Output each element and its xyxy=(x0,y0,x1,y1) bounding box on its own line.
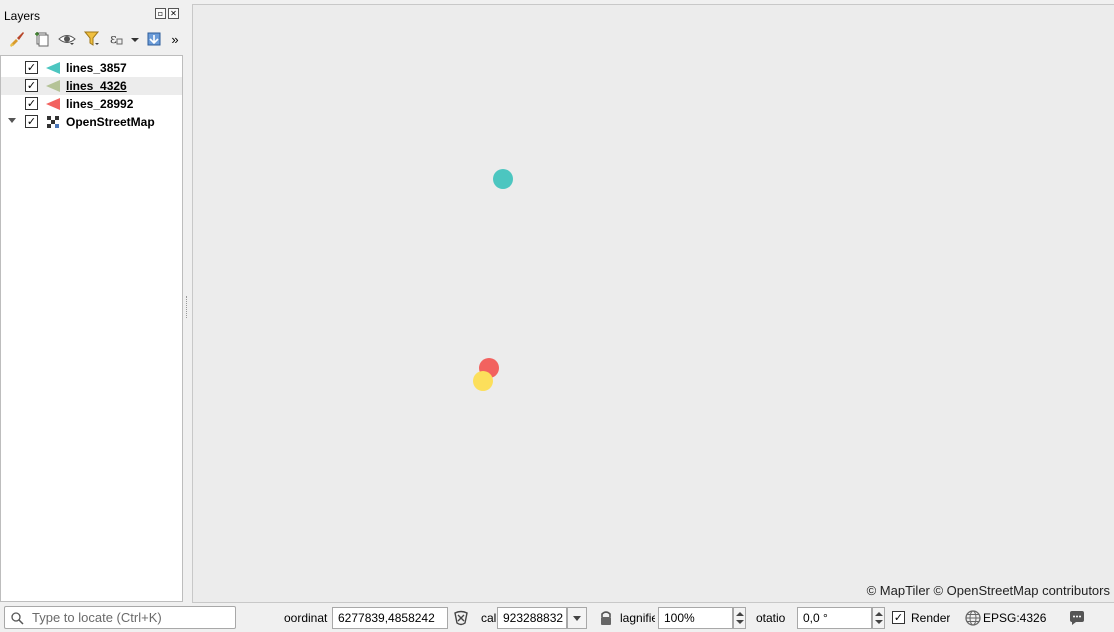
chevron-down-icon xyxy=(131,38,139,42)
coordinate-label: oordinat xyxy=(284,611,328,625)
layer-row-openstreetmap[interactable]: ✓ OpenStreetMap xyxy=(1,113,182,131)
layer-row-lines-3857[interactable]: ✓ lines_3857 xyxy=(1,59,182,77)
magnifier-spinner[interactable] xyxy=(733,607,746,629)
svg-text:ε: ε xyxy=(110,32,117,47)
locator-bar[interactable] xyxy=(4,606,236,629)
map-point xyxy=(473,371,493,391)
extents-toggle-icon[interactable] xyxy=(452,609,470,627)
coordinate-field[interactable]: 6277839,4858242 xyxy=(332,607,448,629)
filter-icon xyxy=(83,31,99,46)
layer-name: lines_28992 xyxy=(66,97,134,111)
expand-all-icon xyxy=(147,32,160,46)
magnifier-field[interactable]: 100% xyxy=(658,607,733,629)
expand-all-button[interactable] xyxy=(141,28,166,50)
expression-dropdown[interactable] xyxy=(129,28,141,50)
manage-visibility-button[interactable] xyxy=(54,28,79,50)
status-bar: oordinat 6277839,4858242 cal 923288832 l… xyxy=(0,604,1114,632)
layer-tree: ✓ lines_3857 ✓ lines_4326 ✓ lines_28992 … xyxy=(0,55,183,602)
layer-visibility-checkbox[interactable]: ✓ xyxy=(25,61,38,74)
locator-input[interactable] xyxy=(32,609,232,626)
scale-label: cal xyxy=(481,611,497,625)
layer-visibility-checkbox[interactable]: ✓ xyxy=(25,115,38,128)
globe-icon[interactable] xyxy=(964,609,982,627)
rotation-label: otatio xyxy=(756,611,786,625)
layer-visibility-checkbox[interactable]: ✓ xyxy=(25,97,38,110)
paintbrush-icon xyxy=(9,32,24,47)
messages-icon[interactable] xyxy=(1068,609,1086,627)
layer-name: lines_4326 xyxy=(66,79,127,93)
layer-name: lines_3857 xyxy=(66,61,127,75)
expand-arrow-icon[interactable] xyxy=(8,118,16,123)
layer-visibility-checkbox[interactable]: ✓ xyxy=(25,79,38,92)
close-panel-button[interactable]: ✕ xyxy=(168,8,179,19)
map-canvas[interactable]: © MapTiler © OpenStreetMap contributors xyxy=(192,4,1114,603)
more-tools-button[interactable]: » xyxy=(166,28,184,50)
style-manager-button[interactable] xyxy=(4,28,29,50)
layers-toolbar: ε » xyxy=(4,28,184,50)
map-point xyxy=(493,169,513,189)
line-symbol-icon xyxy=(46,98,60,110)
magnifier-label: lagnifie xyxy=(620,611,655,625)
expression-icon: ε xyxy=(110,32,122,47)
render-label: Render xyxy=(911,611,951,625)
scale-dropdown[interactable] xyxy=(567,607,587,629)
add-group-icon xyxy=(34,32,48,47)
eye-icon xyxy=(57,35,76,45)
render-checkbox[interactable]: ✓ xyxy=(892,611,905,624)
filter-expression-button[interactable]: ε xyxy=(104,28,129,50)
map-attribution: © MapTiler © OpenStreetMap contributors xyxy=(866,583,1110,598)
layer-name: OpenStreetMap xyxy=(66,115,155,129)
raster-layer-icon xyxy=(47,116,59,128)
filter-legend-button[interactable] xyxy=(79,28,104,50)
float-panel-button[interactable]: ▫ xyxy=(155,8,166,19)
panel-splitter[interactable] xyxy=(186,296,189,318)
rotation-field[interactable]: 0,0 ° xyxy=(797,607,872,629)
panel-title: Layers xyxy=(4,9,41,23)
layers-panel: Layers ▫ ✕ ε » ✓ lines_3857 ✓ lines_4326… xyxy=(0,4,186,604)
line-symbol-icon xyxy=(46,62,60,74)
add-group-button[interactable] xyxy=(29,28,54,50)
rotation-spinner[interactable] xyxy=(872,607,885,629)
scale-field[interactable]: 923288832 xyxy=(497,607,567,629)
lock-icon[interactable] xyxy=(597,609,615,627)
search-icon xyxy=(11,612,24,625)
crs-button[interactable]: EPSG:4326 xyxy=(983,611,1046,625)
layer-row-lines-28992[interactable]: ✓ lines_28992 xyxy=(1,95,182,113)
line-symbol-icon xyxy=(46,80,60,92)
layer-row-lines-4326[interactable]: ✓ lines_4326 xyxy=(1,77,182,95)
